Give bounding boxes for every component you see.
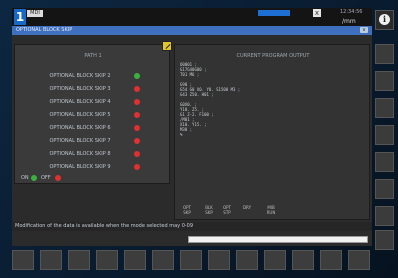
info-softkey[interactable]: i [375, 10, 394, 30]
vertical-softkey[interactable] [375, 230, 394, 250]
stat-bottom: DRY [242, 205, 252, 210]
clock-readout: 12:34:56 [340, 9, 363, 15]
message-bar: Modification of the data is available wh… [12, 222, 372, 231]
status-off-icon[interactable] [134, 112, 140, 118]
mode-badge: MDI [27, 10, 43, 17]
skip-row[interactable]: OPTIONAL BLOCK SKIP 9 [15, 163, 171, 171]
horizontal-softkey[interactable] [68, 250, 90, 270]
horizontal-softkey[interactable] [236, 250, 258, 270]
horizontal-softkey[interactable] [124, 250, 146, 270]
stat-item: OPT STP [220, 205, 234, 215]
status-bar: 1 MDI x 12:34:56 /mm [12, 8, 372, 26]
vertical-softkey[interactable] [375, 125, 394, 145]
status-on-icon[interactable] [134, 73, 140, 79]
vertical-softkey[interactable] [375, 44, 394, 64]
skip-row[interactable]: OPTIONAL BLOCK SKIP 5 [15, 111, 171, 119]
block-skip-panel: PATH 1 OPTIONAL BLOCK SKIP 2 OPTIONAL BL… [14, 41, 172, 184]
horizontal-softkey[interactable] [320, 250, 342, 270]
horizontal-softkey-bar [12, 248, 372, 274]
key-input-field[interactable] [188, 236, 368, 243]
vertical-softkey-bar: i [374, 8, 396, 250]
channel-indicator[interactable]: 1 [14, 9, 26, 25]
status-off-icon[interactable] [134, 151, 140, 157]
edit-icon[interactable] [162, 41, 172, 51]
cnc-screen: 1 MDI x 12:34:56 /mm OPTIONAL BLOCK SKIP… [12, 8, 372, 246]
stat-item: MIB RUN [264, 205, 278, 215]
active-status-indicator [258, 10, 290, 16]
skip-row[interactable]: OPTIONAL BLOCK SKIP 2 [15, 72, 171, 80]
legend-off-label: OFF [41, 175, 51, 181]
horizontal-softkey[interactable] [208, 250, 230, 270]
skip-row[interactable]: OPTIONAL BLOCK SKIP 8 [15, 150, 171, 158]
program-output-panel: CURRENT PROGRAM OUTPUT O0001 ; G17G40G80… [174, 44, 370, 220]
status-off-icon[interactable] [134, 125, 140, 131]
skip-row[interactable]: OPTIONAL BLOCK SKIP 6 [15, 124, 171, 132]
horizontal-softkey[interactable] [292, 250, 314, 270]
program-listing: O0001 ; G17G40G80 ; T01 M6 ; G90 ; G54 G… [180, 62, 240, 137]
skip-row[interactable]: OPTIONAL BLOCK SKIP 4 [15, 98, 171, 106]
skip-row[interactable]: OPTIONAL BLOCK SKIP 7 [15, 137, 171, 145]
horizontal-softkey[interactable] [12, 250, 34, 270]
unit-readout: /mm [342, 18, 356, 25]
program-output-header: CURRENT PROGRAM OUTPUT [236, 53, 310, 59]
vertical-softkey[interactable] [375, 98, 394, 118]
status-off-icon[interactable] [134, 164, 140, 170]
window-title: OPTIONAL BLOCK SKIP [16, 27, 73, 33]
stat-bottom: SKP [183, 210, 191, 215]
skip-label: OPTIONAL BLOCK SKIP 5 [49, 112, 111, 118]
horizontal-softkey[interactable] [96, 250, 118, 270]
horizontal-softkey[interactable] [40, 250, 62, 270]
status-off-icon[interactable] [134, 138, 140, 144]
info-icon: i [379, 14, 390, 25]
path-header: PATH 1 [84, 53, 102, 59]
skip-label: OPTIONAL BLOCK SKIP 3 [49, 86, 111, 92]
skip-label: OPTIONAL BLOCK SKIP 6 [49, 125, 111, 131]
legend-on-label: ON [21, 175, 29, 181]
skip-label: OPTIONAL BLOCK SKIP 4 [49, 99, 111, 105]
horizontal-softkey[interactable] [152, 250, 174, 270]
window-title-bar: OPTIONAL BLOCK SKIP v [12, 26, 372, 35]
close-button[interactable]: x [313, 9, 321, 17]
legend-off-icon [55, 175, 61, 181]
horizontal-softkey[interactable] [264, 250, 286, 270]
skip-row[interactable]: OPTIONAL BLOCK SKIP 3 [15, 85, 171, 93]
stat-item: OPT SKP [180, 205, 194, 215]
stat-bottom: STP [223, 210, 231, 215]
skip-label: OPTIONAL BLOCK SKIP 9 [49, 164, 111, 170]
skip-label: OPTIONAL BLOCK SKIP 7 [49, 138, 111, 144]
skip-label: OPTIONAL BLOCK SKIP 8 [49, 151, 111, 157]
chevron-down-icon[interactable]: v [360, 27, 368, 33]
code-line: % [180, 132, 183, 137]
horizontal-softkey[interactable] [348, 250, 370, 270]
vertical-softkey[interactable] [375, 71, 394, 91]
status-off-icon[interactable] [134, 99, 140, 105]
vertical-softkey[interactable] [375, 152, 394, 172]
vertical-softkey[interactable] [375, 206, 394, 226]
skip-label: OPTIONAL BLOCK SKIP 2 [49, 73, 111, 79]
horizontal-softkey[interactable] [180, 250, 202, 270]
stat-item: DRY [240, 205, 254, 210]
status-off-icon[interactable] [134, 86, 140, 92]
legend-on-icon [31, 175, 37, 181]
stat-item: BLK SKP [202, 205, 216, 215]
program-stats: OPT SKP BLK SKP OPT STP DRY MIB RUN [180, 205, 290, 221]
status-message: Modification of the data is available wh… [15, 223, 194, 229]
stat-bottom: RUN [266, 210, 276, 215]
stat-bottom: SKP [205, 210, 213, 215]
vertical-softkey[interactable] [375, 179, 394, 199]
